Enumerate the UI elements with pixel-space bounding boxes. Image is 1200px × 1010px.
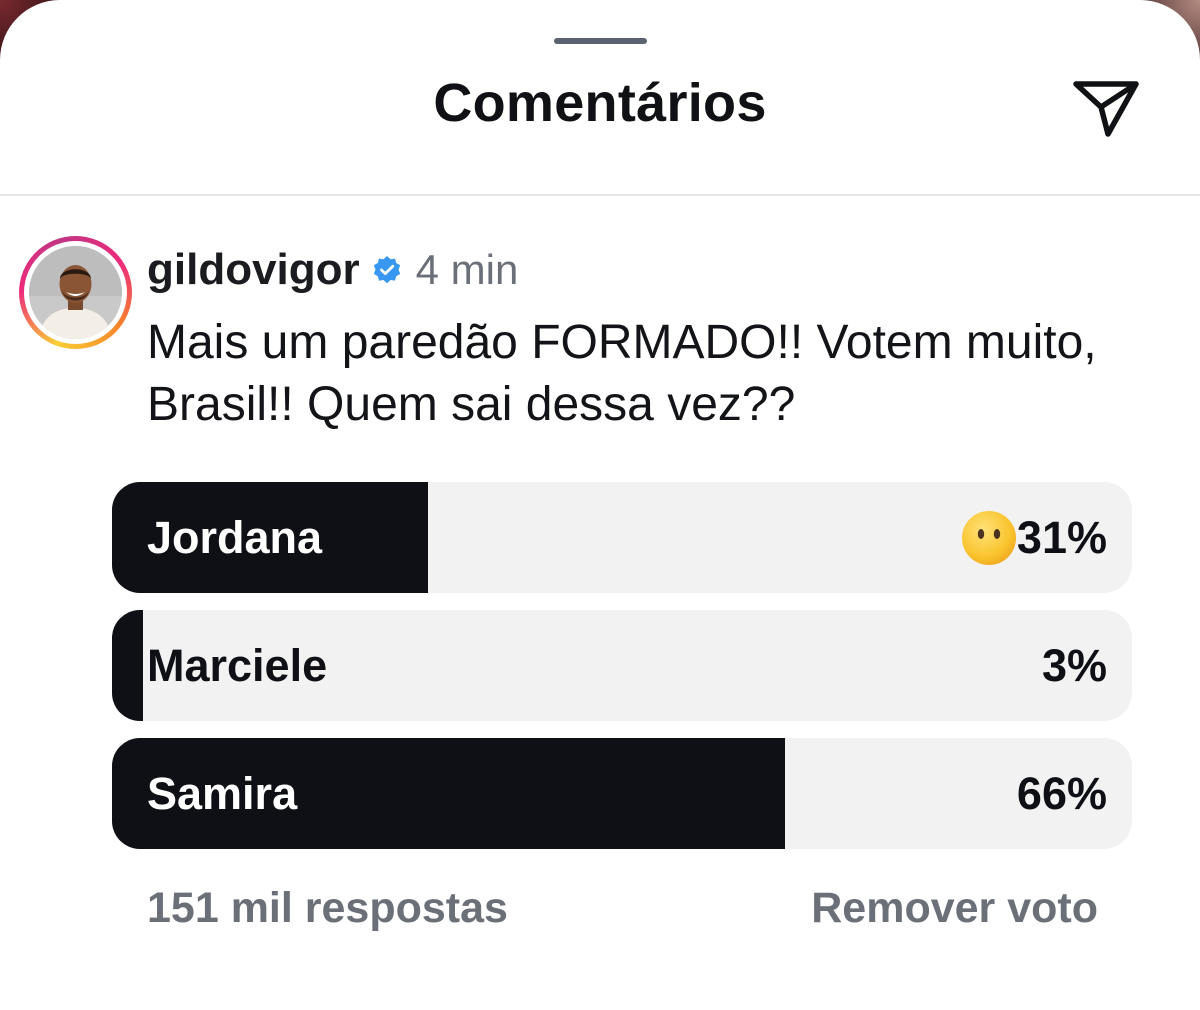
share-button[interactable]: [1068, 70, 1144, 140]
header-divider: [0, 194, 1200, 196]
poll-option-label: Samira: [147, 768, 298, 819]
avatar-image: [29, 246, 122, 339]
comments-sheet: Comentários gildovigor 4 min Mais um par…: [0, 0, 1200, 1010]
avatar-story-ring[interactable]: [19, 236, 132, 349]
verified-badge-icon: [373, 256, 400, 284]
poll-option-label: Jordana: [147, 512, 323, 563]
avatar: [29, 246, 122, 339]
sheet-grabber-handle[interactable]: [554, 38, 647, 44]
poll-option-percent: 3%: [1041, 639, 1107, 691]
sheet-title: Comentários: [433, 73, 767, 133]
poll-response-count: 151 mil respostas: [147, 884, 508, 932]
send-paper-plane-icon: [1073, 81, 1139, 137]
poll-option-samira[interactable]: Samira 66%: [112, 738, 1132, 849]
username[interactable]: gildovigor: [147, 245, 360, 295]
remove-vote-button[interactable]: Remover voto: [811, 884, 1098, 933]
poll-option-label: Marciele: [147, 640, 328, 691]
face-without-mouth-emoji-icon: [961, 510, 1016, 565]
comment-timestamp: 4 min: [415, 246, 519, 293]
poll-option-jordana[interactable]: Jordana 31%: [112, 482, 1132, 593]
poll-option-percent: 66%: [1016, 767, 1107, 819]
comment-text: Mais um paredão FORMADO!! Votem muito, B…: [147, 316, 1097, 431]
poll-option-percent: 31%: [1016, 511, 1107, 563]
poll-option-marciele[interactable]: Marciele 3%: [112, 610, 1132, 721]
poll-option-fill: [112, 610, 143, 721]
comment-header: gildovigor 4 min: [147, 240, 518, 300]
